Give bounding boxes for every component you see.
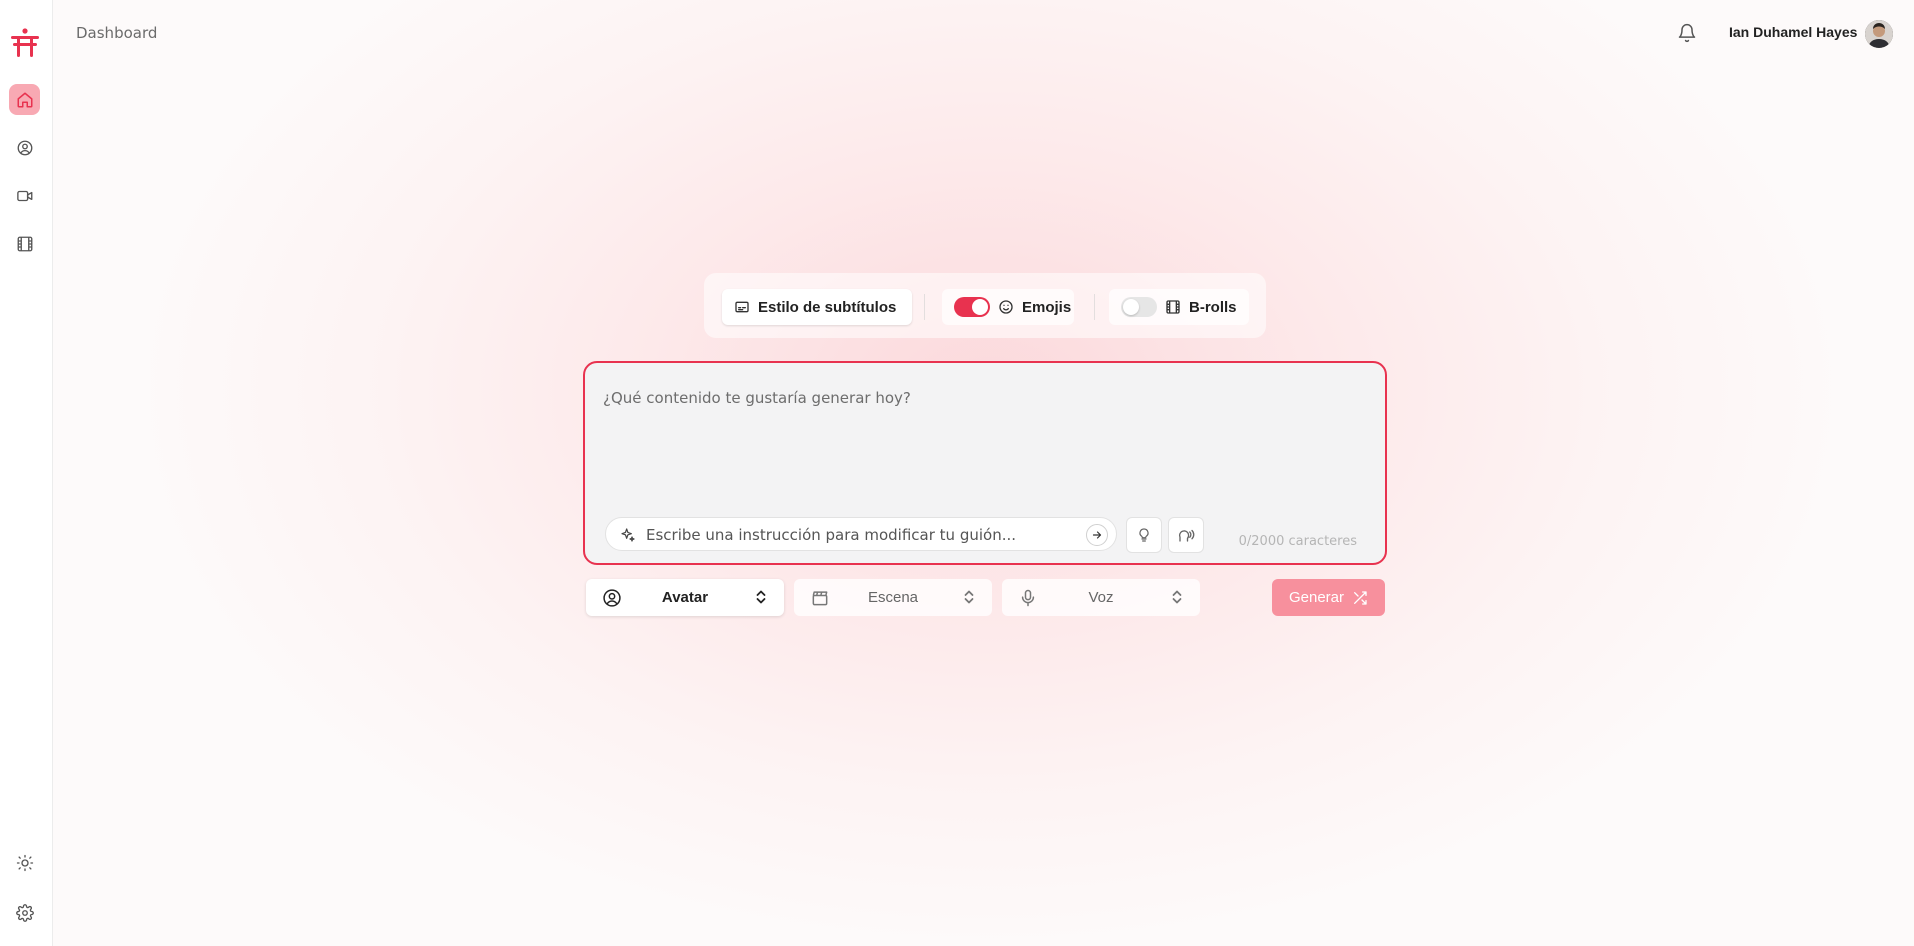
instruction-input[interactable] [646, 524, 1066, 546]
instruction-bar [605, 517, 1117, 551]
divider [924, 294, 925, 320]
brolls-option[interactable]: B-rolls [1109, 289, 1249, 325]
settings-button[interactable] [9, 897, 40, 928]
sparkles-icon [621, 528, 635, 542]
speech-head-icon [1178, 529, 1195, 542]
subtitle-style-button[interactable]: Estilo de subtítulos [722, 289, 912, 325]
emojis-label: Emojis [1022, 298, 1072, 316]
smile-icon [999, 300, 1013, 314]
bell-icon[interactable] [1677, 23, 1697, 43]
options-bar: Estilo de subtítulos Emojis B-rolls [704, 273, 1266, 338]
generate-button[interactable]: Generar [1272, 579, 1385, 616]
divider [1094, 294, 1095, 320]
avatar-select[interactable]: Avatar [586, 579, 784, 616]
gear-icon [15, 903, 34, 922]
chevron-up-down-icon [756, 590, 766, 604]
theme-toggle-button[interactable] [9, 847, 40, 878]
sidebar-item-home[interactable] [9, 84, 40, 115]
chevron-up-down-icon [964, 590, 974, 604]
chevron-up-down-icon [1172, 590, 1182, 604]
sidebar-item-videos[interactable] [9, 180, 40, 211]
user-photo-icon [1865, 20, 1893, 48]
sidebar-item-films[interactable] [9, 228, 40, 259]
brolls-label: B-rolls [1189, 298, 1237, 316]
ideas-button[interactable] [1126, 517, 1162, 553]
subtitle-style-label: Estilo de subtítulos [758, 298, 897, 316]
user-name[interactable]: Ian Duhamel Hayes [1729, 24, 1857, 40]
sidebar [0, 0, 53, 946]
character-count: 0/2000 caracteres [1238, 534, 1357, 549]
avatar[interactable] [1865, 20, 1893, 48]
video-camera-icon [16, 190, 32, 201]
scene-select[interactable]: Escena [794, 579, 992, 616]
sun-icon [16, 854, 33, 871]
user-circle-icon [17, 140, 32, 155]
prompt-textarea[interactable] [603, 389, 1363, 479]
emojis-toggle[interactable] [954, 297, 990, 317]
microphone-icon [1021, 589, 1035, 607]
film-icon [17, 236, 32, 251]
logo-icon[interactable] [9, 27, 41, 59]
subtitles-icon [735, 301, 749, 313]
arrow-right-icon [1092, 531, 1102, 539]
voice-select[interactable]: Voz [1002, 579, 1200, 616]
clapperboard-icon [812, 591, 828, 606]
page-title: Dashboard [76, 24, 158, 42]
emojis-option[interactable]: Emojis [942, 289, 1074, 325]
lightbulb-icon [1139, 528, 1149, 542]
send-instruction-button[interactable] [1086, 524, 1108, 546]
sidebar-item-avatars[interactable] [9, 132, 40, 163]
home-icon [17, 92, 32, 107]
film-icon [1166, 300, 1180, 314]
brolls-toggle[interactable] [1121, 297, 1157, 317]
shuffle-icon [1354, 590, 1367, 605]
script-editor: 0/2000 caracteres [583, 361, 1387, 565]
voice-input-button[interactable] [1168, 517, 1204, 553]
generate-label: Generar [1288, 589, 1345, 606]
user-circle-icon [603, 589, 621, 607]
